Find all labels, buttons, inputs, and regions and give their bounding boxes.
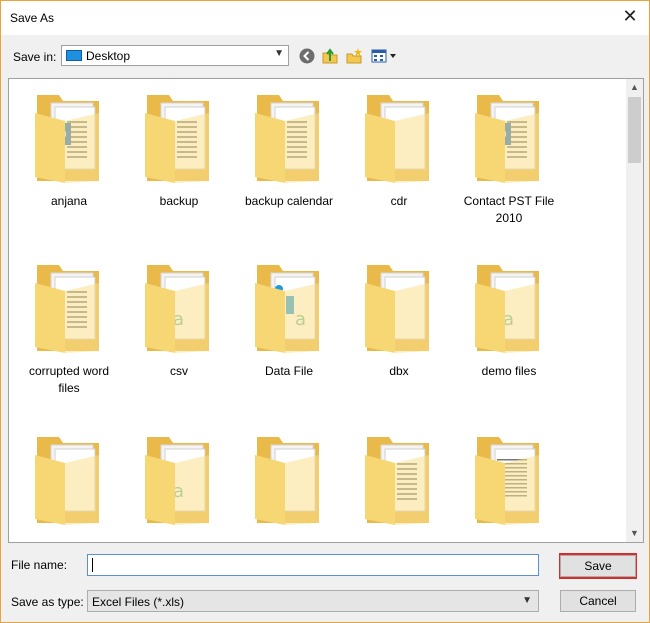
toolbar: Save in: Desktop ▼ bbox=[1, 35, 649, 77]
up-folder-icon[interactable] bbox=[321, 47, 339, 65]
folder-item[interactable]: cdr bbox=[349, 91, 449, 210]
folder-icon: a bbox=[129, 261, 229, 357]
folder-item[interactable] bbox=[349, 433, 449, 535]
folder-icon: a bbox=[129, 433, 229, 529]
save-as-type-dropdown[interactable]: Excel Files (*.xls) ▼ bbox=[87, 590, 539, 612]
text-caret bbox=[92, 558, 93, 572]
folder-icon bbox=[349, 91, 449, 187]
folder-label: Contact PST File 2010 bbox=[463, 194, 555, 225]
view-menu-icon[interactable] bbox=[371, 47, 399, 65]
file-name-input[interactable] bbox=[87, 554, 539, 576]
folder-item[interactable] bbox=[19, 433, 119, 535]
folder-icon bbox=[19, 261, 119, 357]
folder-item[interactable]: a bbox=[129, 433, 229, 535]
save-in-dropdown[interactable]: Desktop ▼ bbox=[61, 45, 289, 66]
folder-icon bbox=[459, 91, 559, 187]
folder-icon: a bbox=[239, 261, 339, 357]
desktop-icon bbox=[66, 50, 82, 61]
folder-icon bbox=[349, 433, 449, 529]
folder-item[interactable]: backup calendar bbox=[239, 91, 339, 210]
folder-icon bbox=[19, 91, 119, 187]
file-name-label: File name: bbox=[11, 558, 68, 572]
folder-icon bbox=[239, 433, 339, 529]
scroll-up-icon[interactable]: ▲ bbox=[626, 79, 643, 96]
save-as-type-value: Excel Files (*.xls) bbox=[92, 595, 185, 609]
folder-icon: a bbox=[459, 261, 559, 357]
folder-item[interactable]: Contact PST File 2010 bbox=[459, 91, 559, 227]
folder-label: anjana bbox=[50, 194, 88, 208]
folder-item[interactable]: anjana bbox=[19, 91, 119, 210]
file-list[interactable]: anjana backup backup calendar cdr Contact PS… bbox=[8, 78, 644, 543]
save-in-value: Desktop bbox=[86, 49, 131, 63]
folder-label: corrupted word files bbox=[28, 364, 110, 395]
folder-icon bbox=[459, 433, 559, 529]
folder-item[interactable]: dbx bbox=[349, 261, 449, 380]
folder-icon bbox=[129, 91, 229, 187]
save-as-type-label: Save as type: bbox=[11, 595, 84, 609]
folder-label: demo files bbox=[481, 364, 537, 378]
folder-item[interactable] bbox=[239, 433, 339, 535]
save-button[interactable]: Save bbox=[560, 555, 636, 577]
folder-label: csv bbox=[170, 364, 188, 378]
save-as-dialog: Save As ✕ Save in: Desktop ▼ anjana backu… bbox=[0, 0, 650, 623]
close-icon[interactable]: ✕ bbox=[621, 7, 639, 25]
scroll-thumb[interactable] bbox=[628, 97, 641, 163]
folder-icon bbox=[239, 91, 339, 187]
folder-item[interactable]: corrupted word files bbox=[19, 261, 119, 397]
folder-label: Data File bbox=[264, 364, 314, 378]
folder-item[interactable]: backup bbox=[129, 91, 229, 210]
folder-item[interactable] bbox=[459, 433, 559, 535]
chevron-down-icon: ▼ bbox=[274, 48, 284, 59]
cancel-button[interactable]: Cancel bbox=[560, 590, 636, 612]
vertical-scrollbar[interactable]: ▲ ▼ bbox=[626, 79, 643, 542]
folder-label: backup calendar bbox=[244, 194, 334, 208]
chevron-down-icon: ▼ bbox=[522, 595, 532, 606]
folder-item[interactable]: a Data File bbox=[239, 261, 339, 380]
folder-label: cdr bbox=[390, 194, 408, 208]
folder-label: backup bbox=[159, 194, 199, 208]
folder-icon bbox=[19, 433, 119, 529]
scroll-down-icon[interactable]: ▼ bbox=[626, 525, 643, 542]
folder-item[interactable]: a demo files bbox=[459, 261, 559, 380]
folder-label: dbx bbox=[389, 364, 409, 378]
back-icon[interactable] bbox=[298, 47, 316, 65]
title-bar: Save As ✕ bbox=[1, 1, 649, 35]
save-in-label: Save in: bbox=[13, 50, 57, 64]
new-folder-icon[interactable] bbox=[345, 47, 363, 65]
folder-icon bbox=[349, 261, 449, 357]
folder-item[interactable]: a csv bbox=[129, 261, 229, 380]
dialog-title: Save As bbox=[10, 11, 55, 25]
